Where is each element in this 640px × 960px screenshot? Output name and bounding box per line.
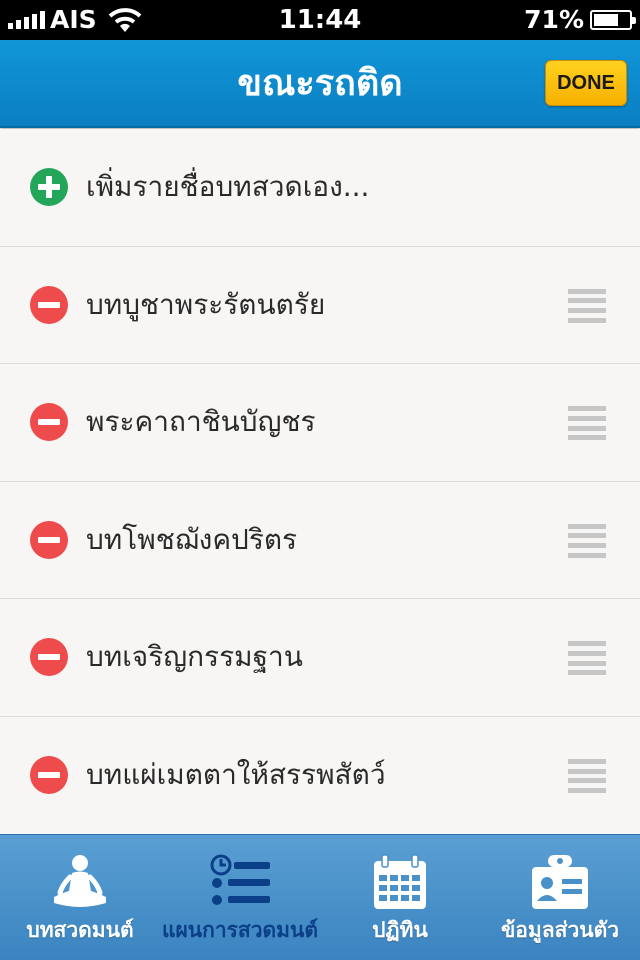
schedule-list-icon xyxy=(210,854,270,905)
tab-prayer-plan[interactable]: แผนการสวดมนต์ xyxy=(160,835,320,960)
calendar-icon xyxy=(374,854,426,909)
reorder-handle-icon[interactable] xyxy=(568,758,606,793)
meditation-icon xyxy=(54,855,106,907)
remove-circle-icon[interactable] xyxy=(30,285,68,324)
battery-level xyxy=(594,14,618,26)
remove-circle-icon[interactable] xyxy=(30,520,68,559)
tab-profile[interactable]: ข้อมูลส่วนตัว xyxy=(480,835,640,960)
remove-circle-icon[interactable] xyxy=(30,403,68,442)
list-item[interactable]: บทแผ่เมตตาให้สรรพสัตว์ xyxy=(0,716,640,835)
page-title: ขณะรถติด xyxy=(237,63,403,104)
tab-label: ข้อมูลส่วนตัว xyxy=(500,918,620,942)
reorder-handle-icon[interactable] xyxy=(568,641,606,676)
tab-bar: บทสวดมนต์ แผนการสวดมนต์ ปฏิทิน ข้อมูลส่ว… xyxy=(0,834,640,960)
battery-icon xyxy=(590,10,636,30)
add-prayer-label: เพิ่มรายชื่อบทสวดเอง... xyxy=(86,170,370,203)
status-bar: AIS 11:44 71% xyxy=(0,0,640,40)
reorder-handle-icon[interactable] xyxy=(568,523,606,558)
remove-circle-icon[interactable] xyxy=(30,638,68,677)
list-item-label: บทโพชฌังคปริตร xyxy=(86,522,298,556)
add-prayer-row[interactable]: เพิ่มรายชื่อบทสวดเอง... xyxy=(0,129,640,247)
list-item[interactable]: พระคาถาชินบัญชร xyxy=(0,364,640,482)
list-item[interactable]: บทเจริญกรรมฐาน xyxy=(0,599,640,717)
reorder-handle-icon[interactable] xyxy=(568,406,606,441)
reorder-handle-icon[interactable] xyxy=(568,288,606,323)
list-item-label: บทเจริญกรรมฐาน xyxy=(86,640,303,674)
id-card-icon xyxy=(532,855,588,909)
done-button[interactable]: DONE xyxy=(545,60,627,106)
tab-calendar[interactable]: ปฏิทิน xyxy=(320,835,480,960)
tab-label: บทสวดมนต์ xyxy=(26,918,134,942)
list-item-label: พระคาถาชินบัญชร xyxy=(86,405,316,439)
add-circle-icon[interactable] xyxy=(30,168,68,206)
remove-circle-icon[interactable] xyxy=(30,755,68,794)
prayer-list: เพิ่มรายชื่อบทสวดเอง... บทบูชาพระรัตนตรั… xyxy=(0,129,640,835)
list-item[interactable]: บทโพชฌังคปริตร xyxy=(0,481,640,600)
list-item[interactable]: บทบูชาพระรัตนตรัย xyxy=(0,246,640,365)
tab-label: แผนการสวดมนต์ xyxy=(161,918,319,942)
list-item-label: บทบูชาพระรัตนตรัย xyxy=(86,287,326,321)
navigation-bar: ขณะรถติด DONE xyxy=(0,40,640,128)
battery-percentage: 71% xyxy=(524,5,584,34)
list-item-label: บทแผ่เมตตาให้สรรพสัตว์ xyxy=(86,757,386,791)
tab-prayers[interactable]: บทสวดมนต์ xyxy=(0,835,160,960)
tab-label: ปฏิทิน xyxy=(372,918,428,942)
